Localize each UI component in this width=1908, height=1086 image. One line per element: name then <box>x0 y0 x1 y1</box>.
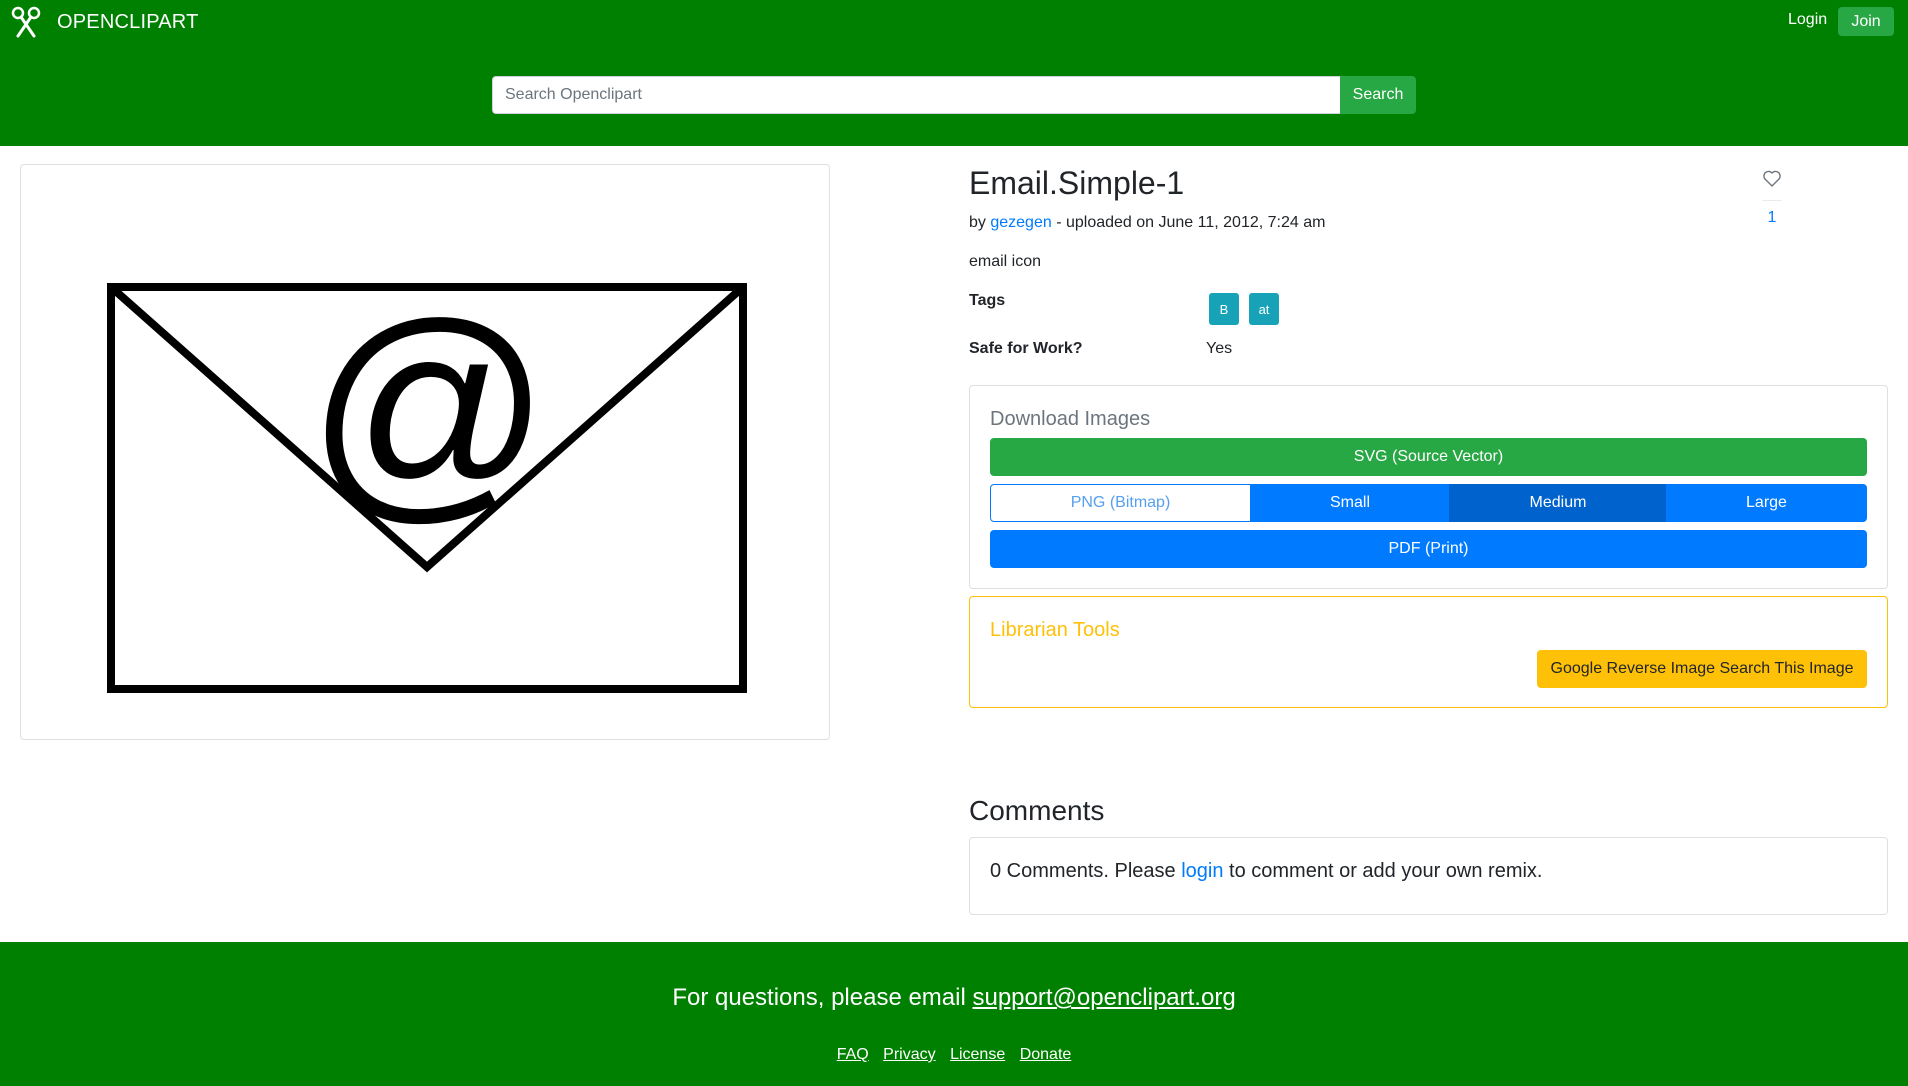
png-label: PNG (Bitmap) <box>990 484 1251 522</box>
comments-suffix-text: to comment or add your own remix. <box>1223 860 1543 882</box>
png-download-group: PNG (Bitmap) Small Medium Large <box>990 484 1867 522</box>
at-sign-glyph: @ <box>303 283 547 542</box>
tag-badge[interactable]: at <box>1249 293 1279 325</box>
pdf-download-button[interactable]: PDF (Print) <box>990 530 1867 568</box>
footer-link-privacy[interactable]: Privacy <box>883 1046 935 1063</box>
sfw-value: Yes <box>1206 340 1233 357</box>
png-medium-button[interactable]: Medium <box>1450 484 1666 522</box>
tags-label: Tags <box>969 292 1006 309</box>
footer-question: For questions, please email <box>672 984 973 1011</box>
join-button[interactable]: Join <box>1838 7 1894 36</box>
favorite-count[interactable]: 1 <box>1752 209 1792 227</box>
comments-card: 0 Comments. Please login to comment or a… <box>969 837 1888 915</box>
svg-download-button[interactable]: SVG (Source Vector) <box>990 438 1867 476</box>
byline-prefix: by <box>969 214 986 231</box>
brand-link[interactable]: OPENCLIPART <box>10 6 199 38</box>
upload-date: - uploaded on June 11, 2012, 7:24 am <box>1056 214 1326 231</box>
png-small-button[interactable]: Small <box>1251 484 1450 522</box>
byline: by gezegen - uploaded on June 11, 2012, … <box>969 213 1325 233</box>
comments-count-text: 0 Comments. Please <box>990 860 1182 882</box>
login-link[interactable]: Login <box>1788 11 1827 29</box>
comments-title: Comments <box>969 795 1105 826</box>
tag-badge[interactable]: B <box>1209 293 1239 325</box>
search-input[interactable] <box>492 76 1340 114</box>
download-card: Download Images SVG (Source Vector) PNG … <box>969 385 1888 589</box>
brand-name: OPENCLIPART <box>57 10 199 33</box>
footer-links: FAQ Privacy License Donate <box>0 1046 1908 1064</box>
clipart-preview-card: @ <box>20 164 830 740</box>
search-button[interactable]: Search <box>1340 76 1416 114</box>
footer-link-faq[interactable]: FAQ <box>837 1046 869 1063</box>
author-link[interactable]: gezegen <box>990 214 1051 231</box>
png-large-button[interactable]: Large <box>1666 484 1867 522</box>
footer-contact: For questions, please email support@open… <box>0 984 1908 1012</box>
clipart-description: email icon <box>969 253 1042 270</box>
envelope-at-image: @ <box>107 283 747 693</box>
comments-text: 0 Comments. Please login to comment or a… <box>990 860 1542 883</box>
site-footer: For questions, please email support@open… <box>0 942 1908 1086</box>
clipart-title: Email.Simple-1 <box>969 165 1185 201</box>
librarian-title: Librarian Tools <box>990 619 1120 641</box>
google-reverse-search-button[interactable]: Google Reverse Image Search This Image <box>1537 650 1867 688</box>
heart-icon[interactable] <box>1752 166 1792 190</box>
scissors-icon <box>11 6 41 38</box>
sfw-label: Safe for Work? <box>969 340 1083 357</box>
comments-login-link[interactable]: login <box>1181 860 1223 882</box>
footer-link-license[interactable]: License <box>950 1046 1005 1063</box>
favorite-widget: 1 <box>1752 166 1792 227</box>
download-title: Download Images <box>990 408 1151 430</box>
tag-list: B at <box>1209 293 1279 325</box>
support-email-link[interactable]: support@openclipart.org <box>972 984 1235 1011</box>
favorite-divider <box>1762 200 1782 201</box>
site-header: OPENCLIPART Login Join Search <box>0 0 1908 146</box>
librarian-tools-card: Librarian Tools Google Reverse Image Sea… <box>969 596 1888 708</box>
footer-link-donate[interactable]: Donate <box>1020 1046 1072 1063</box>
